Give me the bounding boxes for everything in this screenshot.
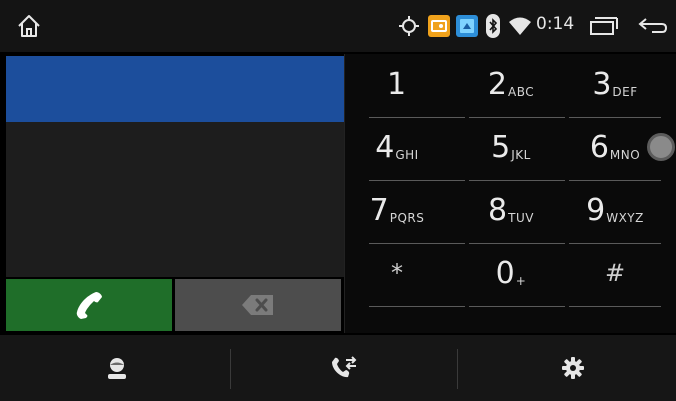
key-digit: 1 — [386, 67, 407, 102]
key-divider — [369, 243, 465, 244]
key-2[interactable]: 2 ABC — [463, 56, 559, 118]
contacts-tab[interactable] — [4, 335, 229, 401]
recent-apps-icon[interactable] — [590, 17, 618, 39]
nav-divider — [457, 349, 458, 389]
key-letters: JKL — [511, 148, 531, 162]
key-divider — [569, 306, 661, 307]
status-clock: 0:14 — [536, 14, 575, 34]
key-letters: PQRS — [389, 211, 425, 225]
dialpad: 1 2 ABC 3 DEF 4 GHI 5 JKL 6 MNO 7 PQRS 8… — [344, 54, 676, 333]
key-hash[interactable]: # — [567, 245, 663, 307]
key-digit: 2 — [487, 67, 507, 102]
key-divider — [469, 117, 565, 118]
key-digit: 6 — [589, 130, 609, 165]
key-digit: 3 — [592, 67, 612, 102]
key-0[interactable]: 0 + — [463, 245, 559, 307]
bottom-nav — [0, 335, 676, 401]
call-log-tab[interactable] — [231, 335, 456, 401]
key-letters: + — [515, 274, 527, 288]
key-digit: 5 — [491, 130, 511, 165]
key-divider — [569, 180, 661, 181]
home-icon[interactable] — [16, 13, 42, 39]
location-icon — [398, 15, 420, 41]
settings-icon — [561, 357, 584, 379]
key-divider — [369, 117, 465, 118]
key-letters: GHI — [395, 148, 419, 162]
media-app-icon — [456, 15, 478, 41]
call-info-area — [6, 122, 344, 277]
status-bar: 0:14 — [0, 0, 676, 52]
key-4[interactable]: 4 GHI — [349, 119, 445, 181]
key-letters: MNO — [609, 148, 641, 162]
key-5[interactable]: 5 JKL — [463, 119, 559, 181]
key-divider — [569, 243, 661, 244]
backspace-icon — [242, 295, 273, 315]
call-log-icon — [331, 356, 356, 378]
radio-app-icon — [428, 15, 450, 41]
key-7[interactable]: 7 PQRS — [349, 182, 445, 244]
key-digit: # — [604, 259, 626, 287]
key-3[interactable]: 3 DEF — [567, 56, 663, 118]
call-button[interactable] — [6, 279, 172, 331]
settings-tab[interactable] — [460, 335, 676, 401]
key-divider — [369, 306, 465, 307]
key-8[interactable]: 8 TUV — [463, 182, 559, 244]
key-digit: 8 — [488, 193, 508, 228]
key-letters: WXYZ — [606, 211, 644, 225]
key-divider — [369, 180, 465, 181]
contacts-icon — [107, 358, 126, 379]
key-divider — [469, 306, 565, 307]
delete-button[interactable] — [175, 279, 341, 331]
key-digit: 9 — [586, 193, 606, 228]
key-digit: 4 — [375, 130, 395, 165]
wifi-icon — [508, 16, 532, 40]
key-divider — [469, 243, 565, 244]
key-9[interactable]: 9 WXYZ — [567, 182, 663, 244]
key-divider — [569, 117, 661, 118]
key-letters: ABC — [507, 85, 535, 99]
key-letters: DEF — [612, 85, 638, 99]
key-digit: 0 — [495, 256, 515, 291]
key-divider — [469, 180, 565, 181]
back-icon[interactable] — [638, 17, 668, 39]
key-1[interactable]: 1 — [349, 56, 445, 118]
key-letters: TUV — [508, 211, 534, 225]
key-star[interactable]: * — [349, 245, 445, 307]
number-display[interactable] — [6, 56, 344, 122]
key-digit: 7 — [369, 193, 389, 228]
key-digit: * — [391, 259, 403, 287]
phone-icon — [76, 292, 102, 319]
bluetooth-icon — [486, 14, 500, 42]
assistive-touch-button[interactable] — [647, 133, 675, 161]
